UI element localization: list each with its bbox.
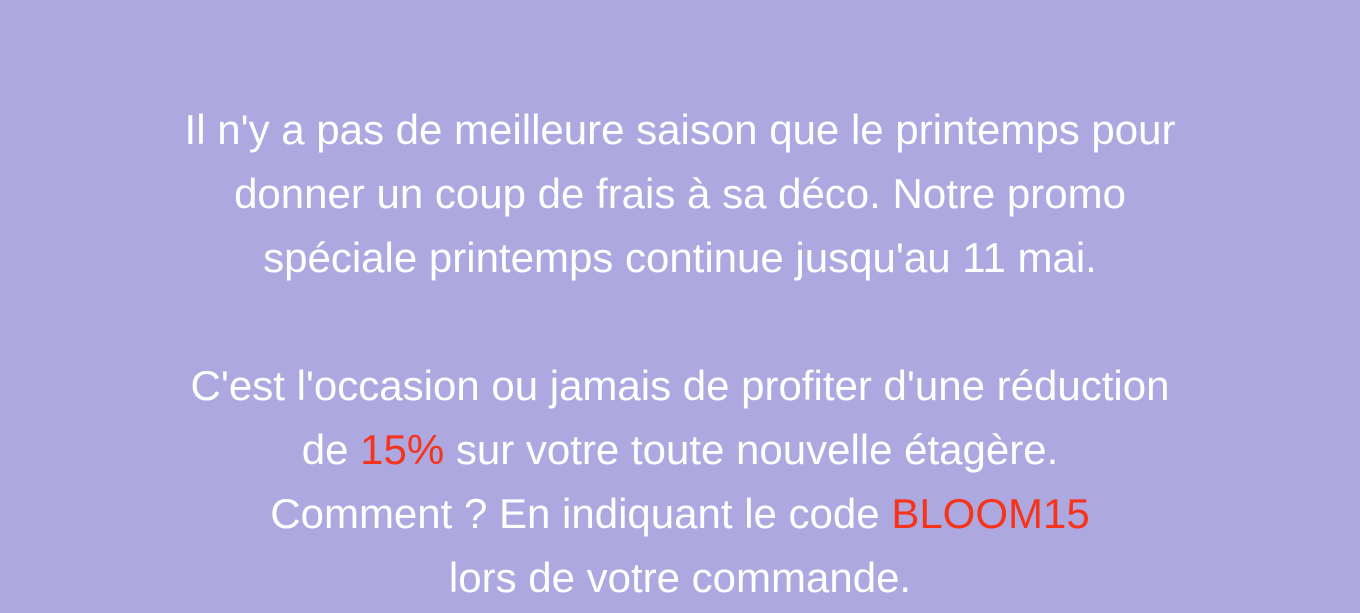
promo-code: BLOOM15 [891,490,1090,537]
promo-text-block: Il n'y a pas de meilleure saison que le … [0,0,1360,613]
offer-line-4: lors de votre commande. [448,554,912,601]
offer-line-2-prefix: de [301,426,361,473]
offer-line-2: de 15% sur votre toute nouvelle étagère. [0,418,1360,482]
intro-line-3: spéciale printemps continue jusqu'au 11 … [263,234,1097,281]
promo-offer-paragraph: C'est l'occasion ou jamais de profiter d… [0,354,1360,610]
discount-percentage: 15% [360,426,445,473]
offer-line-3-prefix: Comment ? En indiquant le code [270,490,892,537]
intro-line-1: Il n'y a pas de meilleure saison que le … [184,106,1176,153]
promo-intro-paragraph: Il n'y a pas de meilleure saison que le … [0,98,1360,290]
offer-line-1: C'est l'occasion ou jamais de profiter d… [190,362,1170,409]
offer-line-2-suffix: sur votre toute nouvelle étagère. [444,426,1059,473]
intro-line-2: donner un coup de frais à sa déco. Notre… [234,170,1126,217]
offer-line-3: Comment ? En indiquant le code BLOOM15 [0,482,1360,546]
